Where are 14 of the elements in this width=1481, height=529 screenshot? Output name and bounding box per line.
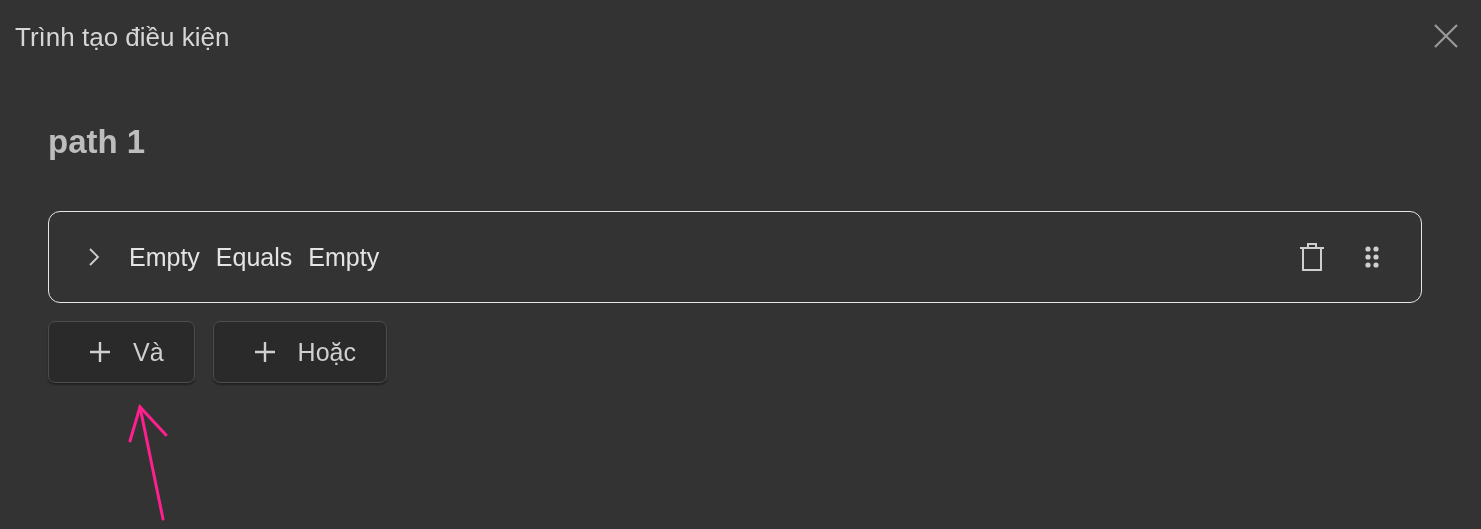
condition-row[interactable]: Empty Equals Empty xyxy=(48,211,1422,303)
condition-value[interactable]: Empty xyxy=(308,242,380,272)
add-button[interactable]: Và xyxy=(48,321,195,383)
dialog-title: Trình tạo điều kiện xyxy=(15,22,230,53)
drag-handle-icon[interactable] xyxy=(1365,246,1379,268)
plus-icon xyxy=(253,341,276,363)
condition-field[interactable]: Empty xyxy=(129,242,200,272)
close-icon[interactable] xyxy=(1433,22,1459,49)
chevron-icon[interactable] xyxy=(87,246,101,268)
trash-icon[interactable] xyxy=(1299,242,1325,272)
add-button[interactable]: Hoặc xyxy=(212,321,387,383)
path-name: path 1 xyxy=(48,123,147,161)
plus-icon xyxy=(89,341,111,363)
condition-operator[interactable]: Equals xyxy=(215,242,293,272)
